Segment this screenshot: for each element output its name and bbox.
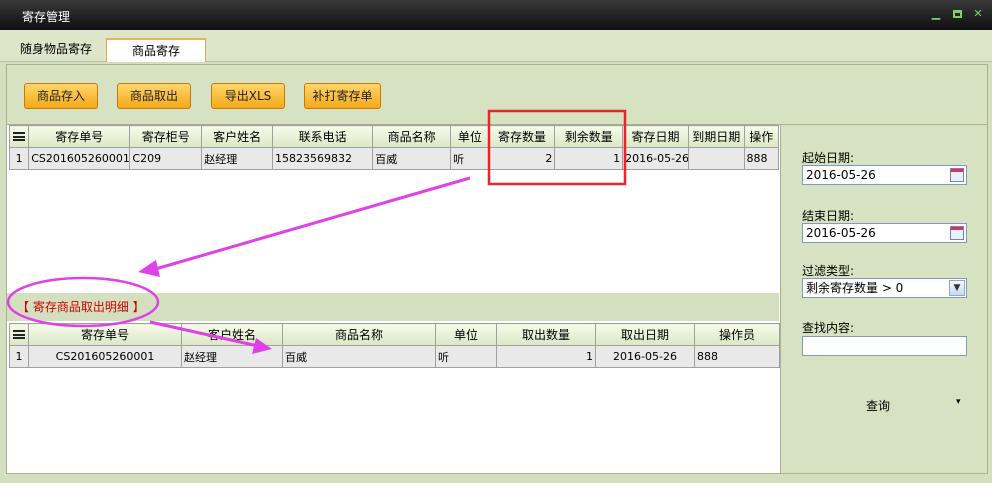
annotation-overlay	[6, 109, 627, 354]
annotation-arrow	[149, 320, 259, 348]
highlight-box	[487, 109, 627, 186]
annotation-arrow	[151, 176, 471, 272]
arrowhead	[138, 260, 160, 277]
arrowhead	[252, 338, 272, 354]
highlight-ellipse	[6, 276, 160, 328]
window: 寄存管理 ▁ ✕ 随身物品寄存 商品寄存 商品存入 商品取出 导出XLS 补打寄…	[0, 0, 992, 483]
